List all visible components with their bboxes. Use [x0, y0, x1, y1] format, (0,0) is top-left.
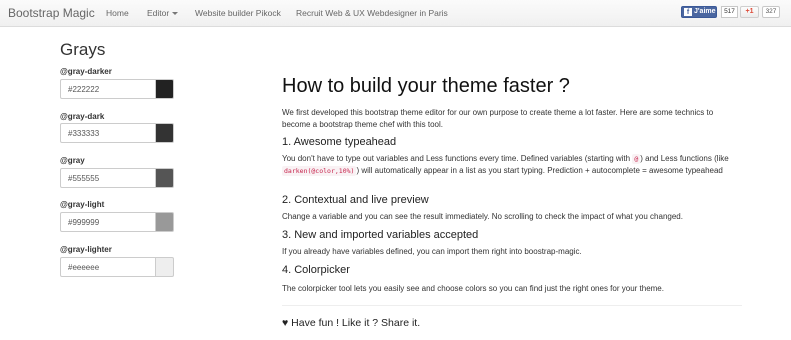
navbar: Bootstrap Magic Home Editor Website buil…: [0, 0, 791, 27]
nav-home[interactable]: Home: [106, 8, 129, 18]
share-message: ♥ Have fun ! Like it ? Share it.: [282, 317, 421, 329]
facebook-icon: f: [684, 8, 692, 16]
color-swatch-gray[interactable]: [156, 168, 174, 188]
section-heading: 1. Awesome typeahead: [282, 136, 397, 148]
variable-label: @gray: [60, 156, 85, 165]
color-swatch-gray-light[interactable]: [156, 212, 174, 232]
variable-input-gray-light[interactable]: [60, 212, 156, 232]
section-heading: 2. Contextual and live preview: [282, 194, 429, 206]
section-heading: 4. Colorpicker: [282, 264, 350, 276]
variable-label: @gray-dark: [60, 112, 105, 121]
section-text: If you already have variables defined, y…: [282, 247, 582, 256]
variable-input-gray-lighter[interactable]: [60, 257, 156, 277]
variable-input-gray-dark[interactable]: [60, 123, 156, 143]
variable-input-gray-darker[interactable]: [60, 79, 156, 99]
nav-website-builder[interactable]: Website builder Pikock: [195, 8, 281, 18]
text-fragment: You don't have to type out variables and…: [282, 154, 633, 163]
divider: [282, 305, 742, 306]
google-plus-button[interactable]: +1: [740, 6, 759, 18]
variable-label: @gray-light: [60, 200, 105, 209]
section-title: Grays: [60, 40, 106, 59]
facebook-like-button[interactable]: f J'aime: [681, 6, 717, 18]
facebook-like-count: 517: [721, 6, 738, 18]
variable-label: @gray-darker: [60, 67, 112, 76]
caret-down-icon: [172, 12, 179, 16]
variable-input-gray[interactable]: [60, 168, 156, 188]
inline-code: darken(@color,10%): [282, 166, 357, 176]
variable-label: @gray-lighter: [60, 245, 112, 254]
intro-paragraph: We first developed this bootstrap theme …: [282, 108, 714, 129]
section-heading: 3. New and imported variables accepted: [282, 229, 479, 241]
facebook-like-label: J'aime: [694, 8, 716, 15]
text-fragment: ) will automatically appear in a list as…: [356, 166, 723, 175]
nav-editor-dropdown[interactable]: Editor: [147, 8, 179, 18]
page-title: How to build your theme faster ?: [282, 75, 570, 97]
color-swatch-gray-dark[interactable]: [156, 123, 174, 143]
google-plus-count: 327: [762, 6, 780, 18]
brand-link[interactable]: Bootstrap Magic: [8, 6, 95, 20]
section-text: The colorpicker tool lets you easily see…: [282, 284, 664, 293]
section-text: You don't have to type out variables and…: [282, 153, 742, 177]
text-fragment: ) and Less functions (like: [640, 154, 729, 163]
color-swatch-gray-lighter[interactable]: [156, 257, 174, 277]
nav-recruit[interactable]: Recruit Web & UX Webdesigner in Paris: [296, 8, 448, 18]
section-text: Change a variable and you can see the re…: [282, 212, 683, 221]
color-swatch-gray-darker[interactable]: [156, 79, 174, 99]
nav-editor-label: Editor: [147, 8, 170, 18]
